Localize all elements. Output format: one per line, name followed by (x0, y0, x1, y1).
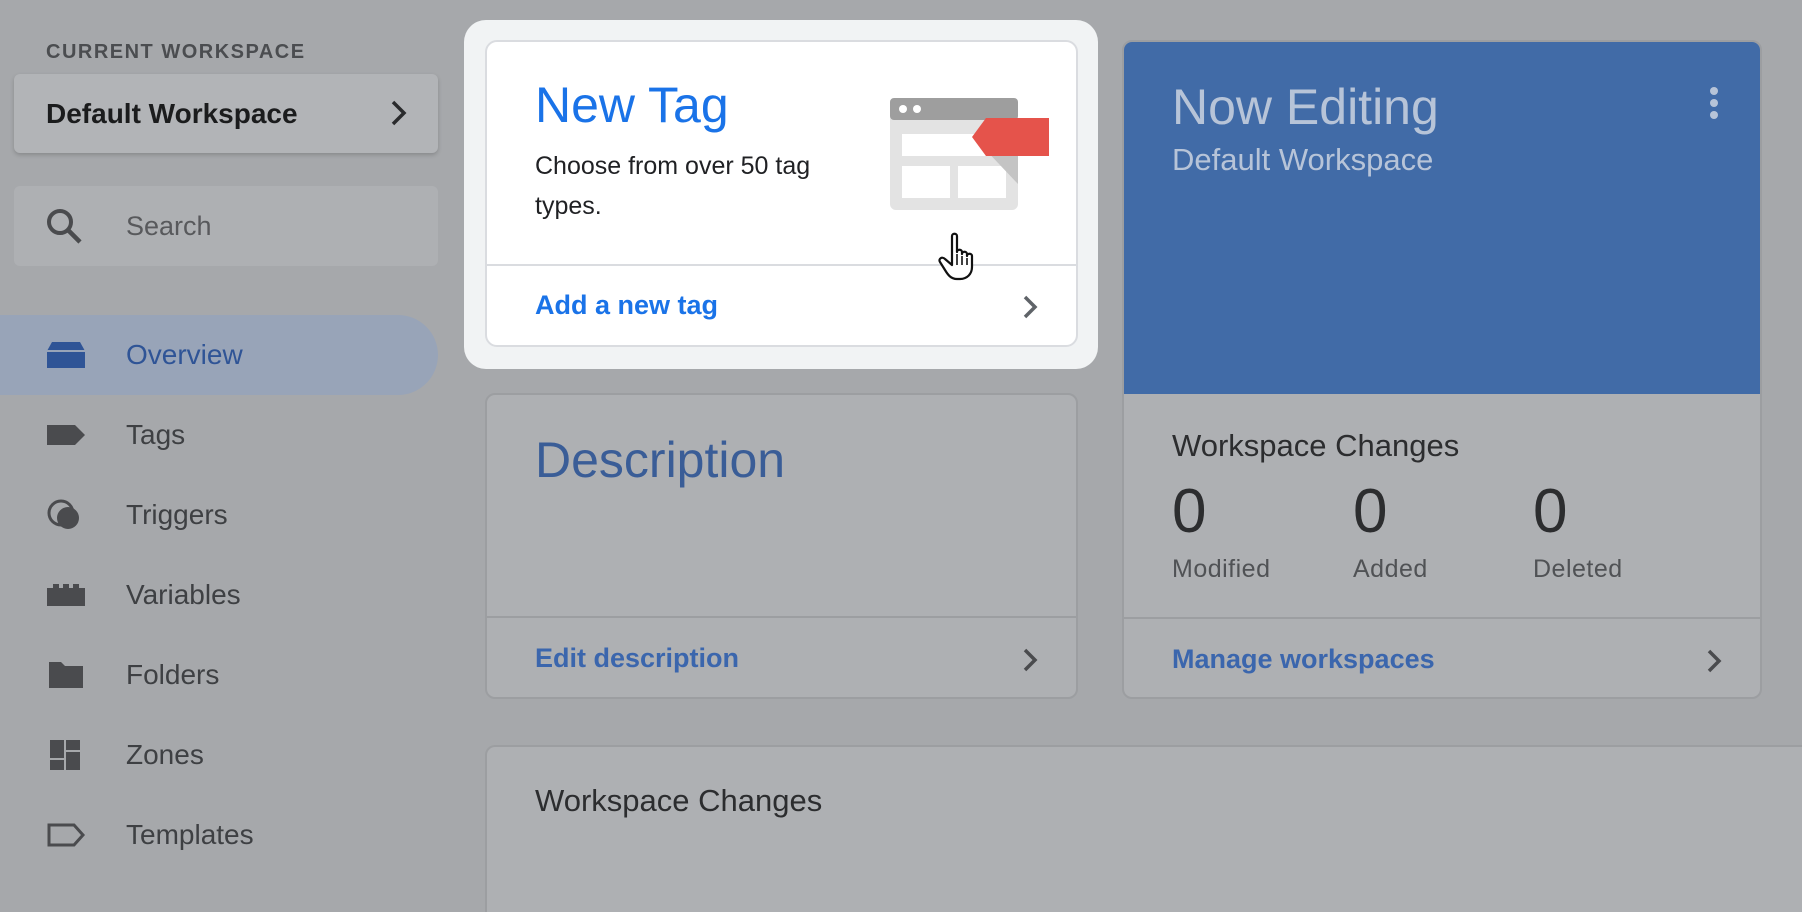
chevron-right-icon (1707, 649, 1722, 673)
sidebar-item-zones[interactable]: Zones (0, 715, 440, 795)
workspace-changes-card-title: Workspace Changes (535, 783, 823, 818)
chevron-right-icon (1023, 295, 1038, 319)
workspace-changes-card: Workspace Changes (485, 745, 1802, 912)
card-divider (487, 264, 1076, 266)
sidebar-item-label: Folders (126, 659, 220, 690)
stat-added: 0 Added (1353, 476, 1428, 584)
sidebar-item-label: Templates (126, 819, 254, 850)
tag-icon (47, 425, 85, 445)
card-divider (487, 616, 1076, 618)
sidebar-item-triggers[interactable]: Triggers (0, 475, 440, 555)
new-tag-title: New Tag (535, 77, 729, 133)
sidebar-item-label: Triggers (126, 499, 228, 530)
tag-illustration-icon (890, 98, 1049, 210)
search-icon (47, 209, 82, 244)
sidebar-item-variables[interactable]: Variables (0, 555, 440, 635)
hand-pointer-cursor-icon (938, 232, 974, 281)
edit-description-link[interactable]: Edit description (535, 643, 739, 674)
sidebar: CURRENT WORKSPACE Default Workspace Over… (0, 0, 450, 912)
add-new-tag-link[interactable]: Add a new tag (535, 290, 718, 321)
now-editing-workspace: Default Workspace (1172, 142, 1434, 177)
stat-deleted: 0 Deleted (1533, 476, 1623, 584)
template-icon (47, 823, 86, 847)
now-editing-header: Now Editing Default Workspace (1124, 42, 1760, 394)
search-box[interactable] (14, 186, 438, 266)
overview-icon (47, 342, 85, 368)
sidebar-item-label: Variables (126, 579, 241, 610)
folder-icon (49, 662, 83, 688)
zones-icon (50, 740, 80, 770)
sidebar-nav: Overview Tags Triggers Variables Folders… (0, 315, 440, 875)
search-input[interactable] (126, 204, 416, 248)
sidebar-item-label: Overview (126, 339, 243, 370)
workspace-changes-title: Workspace Changes (1172, 428, 1460, 463)
manage-workspaces-link[interactable]: Manage workspaces (1172, 644, 1435, 675)
chevron-right-icon (391, 100, 407, 126)
now-editing-title: Now Editing (1172, 79, 1439, 135)
trigger-icon (47, 499, 79, 529)
description-card: Description Edit description (485, 393, 1078, 699)
card-divider (1124, 617, 1760, 619)
stat-value: 0 (1533, 477, 1568, 546)
stat-label: Added (1353, 555, 1428, 583)
workspace-name: Default Workspace (46, 97, 298, 129)
variables-icon (47, 584, 85, 606)
description-title: Description (535, 432, 786, 488)
stat-value: 0 (1353, 477, 1388, 546)
new-tag-description: Choose from over 50 tag types. (535, 152, 811, 220)
now-editing-card: Now Editing Default Workspace Workspace … (1122, 40, 1762, 699)
stat-label: Deleted (1533, 555, 1623, 583)
current-workspace-label: CURRENT WORKSPACE (46, 41, 306, 63)
sidebar-item-tags[interactable]: Tags (0, 395, 440, 475)
sidebar-item-templates[interactable]: Templates (0, 795, 440, 875)
stat-value: 0 (1172, 477, 1207, 546)
stat-label: Modified (1172, 555, 1271, 583)
workspace-picker[interactable]: Default Workspace (14, 74, 438, 153)
sidebar-item-folders[interactable]: Folders (0, 635, 440, 715)
more-vert-icon[interactable] (1708, 86, 1720, 120)
gtm-overview-page: CURRENT WORKSPACE Default Workspace Over… (0, 0, 1802, 912)
chevron-right-icon (1023, 648, 1038, 672)
sidebar-item-overview[interactable]: Overview (0, 315, 438, 395)
new-tag-card[interactable]: New Tag Choose from over 50 tag types. A… (485, 40, 1078, 347)
sidebar-item-label: Tags (126, 419, 186, 450)
sidebar-item-label: Zones (126, 739, 204, 770)
stat-modified: 0 Modified (1172, 476, 1271, 584)
